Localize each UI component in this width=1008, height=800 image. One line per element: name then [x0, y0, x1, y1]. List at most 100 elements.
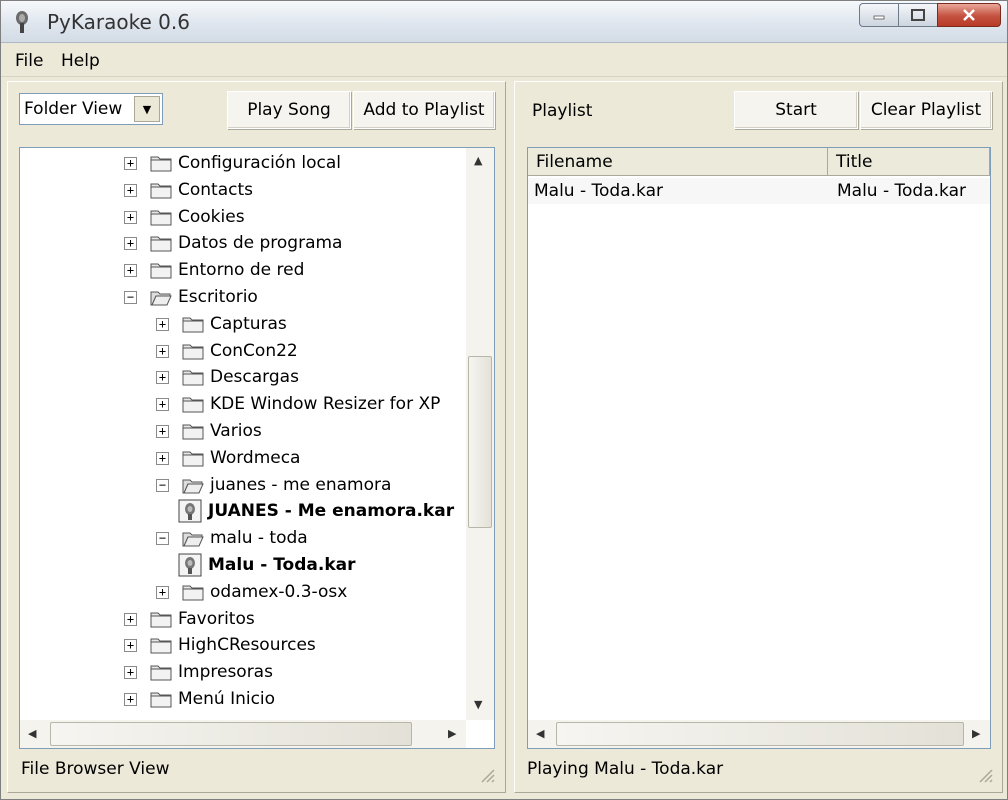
folder-icon — [182, 451, 204, 467]
menu-help[interactable]: Help — [61, 51, 100, 71]
scroll-left-icon[interactable]: ◀ — [28, 727, 36, 740]
tree-file-item[interactable]: Malu - Toda.kar — [20, 552, 466, 579]
tree-folder-item[interactable]: + Descargas — [20, 364, 466, 391]
expand-icon[interactable]: + — [124, 237, 137, 251]
expand-icon[interactable]: + — [124, 666, 137, 680]
tree-folder-item[interactable]: + KDE Window Resizer for XP — [20, 391, 466, 418]
tree-folder-item[interactable]: + Capturas — [20, 311, 466, 338]
folder-open-icon — [150, 291, 172, 306]
right-status-text: Playing Malu - Toda.kar — [527, 759, 724, 779]
start-button[interactable]: Start — [734, 91, 858, 129]
folder-icon — [150, 183, 172, 199]
expand-icon[interactable]: + — [156, 451, 169, 465]
expand-icon[interactable]: + — [156, 425, 169, 438]
tree-folder-item[interactable]: − malu - toda — [20, 525, 466, 552]
tree-file-item[interactable]: JUANES - Me enamora.kar — [20, 498, 466, 525]
play-song-button[interactable]: Play Song — [227, 91, 351, 129]
maximize-button[interactable] — [898, 3, 938, 27]
tree-item-label: HighCResources — [178, 635, 316, 656]
column-header-title[interactable]: Title — [828, 148, 990, 176]
tree-folder-item[interactable]: + HighCResources — [20, 632, 466, 659]
tree-folder-item[interactable]: + Contacts — [20, 177, 466, 204]
tree-vertical-scrollbar[interactable]: ▲ ▼ — [466, 148, 494, 720]
expand-icon[interactable]: + — [124, 639, 137, 653]
karaoke-file-icon — [178, 499, 202, 523]
expand-icon[interactable]: + — [156, 317, 169, 331]
scroll-right-icon[interactable]: ▶ — [448, 727, 456, 740]
collapse-icon[interactable]: − — [156, 532, 169, 546]
tree-item-label: malu - toda — [210, 528, 308, 549]
tree-folder-item[interactable]: + odamex-0.3-osx — [20, 579, 466, 606]
minimize-button[interactable] — [859, 3, 899, 27]
app-logo-icon — [16, 11, 28, 33]
close-icon — [963, 9, 975, 21]
expand-icon[interactable]: + — [156, 398, 169, 412]
tree-folder-item[interactable]: + ConCon22 — [20, 338, 466, 365]
tree-item-label: Varios — [210, 421, 262, 441]
menu-file[interactable]: File — [15, 51, 43, 71]
collapse-icon[interactable]: − — [124, 291, 137, 304]
folder-icon — [150, 156, 172, 172]
expand-icon[interactable]: + — [156, 371, 169, 385]
expand-icon[interactable]: + — [124, 612, 137, 626]
resize-grip-icon[interactable] — [479, 767, 495, 783]
folder-icon — [182, 585, 204, 601]
tree-folder-item[interactable]: + Favoritos — [20, 606, 466, 633]
scroll-right-icon[interactable]: ▶ — [972, 727, 980, 740]
close-button[interactable] — [937, 3, 1001, 27]
scroll-down-icon[interactable]: ▼ — [474, 698, 482, 711]
tree-folder-item[interactable]: + Varios — [20, 418, 466, 445]
folder-icon — [150, 638, 172, 654]
tree-horizontal-scrollbar[interactable]: ◀ ▶ — [20, 720, 466, 748]
title-bar[interactable]: PyKaraoke 0.6 — [1, 1, 1007, 43]
tree-folder-item[interactable]: + Configuración local — [20, 150, 466, 177]
expand-icon[interactable]: + — [124, 210, 137, 224]
folder-icon — [150, 612, 172, 628]
add-to-playlist-button[interactable]: Add to Playlist — [353, 91, 495, 129]
playlist-cell-filename: Malu - Toda.kar — [534, 181, 663, 201]
playlist-row[interactable]: Malu - Toda.kar Malu - Toda.kar — [528, 178, 990, 204]
tree-item-label: Impresoras — [178, 662, 273, 683]
scroll-left-icon[interactable]: ◀ — [536, 727, 544, 740]
folder-icon — [150, 665, 172, 681]
tree-folder-item[interactable]: + Cookies — [20, 204, 466, 231]
expand-icon[interactable]: + — [124, 183, 137, 197]
playlist-cell-title: Malu - Toda.kar — [837, 181, 966, 201]
tree-item-label: Entorno de red — [178, 260, 305, 281]
folder-icon — [182, 424, 204, 440]
playlist-horizontal-scrollbar[interactable]: ◀ ▶ — [528, 720, 990, 748]
expand-icon[interactable]: + — [124, 264, 137, 278]
folder-icon — [182, 344, 204, 360]
collapse-icon[interactable]: − — [156, 478, 169, 492]
tree-item-label: Favoritos — [178, 608, 255, 629]
tree-folder-item[interactable]: + Entorno de red — [20, 257, 466, 284]
tree-vscroll-thumb[interactable] — [468, 356, 492, 528]
tree-item-label: Escritorio — [178, 287, 258, 307]
clear-playlist-button[interactable]: Clear Playlist — [860, 91, 992, 129]
folder-tree[interactable]: + Configuración local + Contacts + Cookies + Da… — [19, 147, 495, 749]
resize-grip-icon[interactable] — [977, 767, 993, 783]
tree-folder-item[interactable]: + Wordmeca — [20, 445, 466, 472]
playlist-hscroll-thumb[interactable] — [556, 722, 964, 746]
tree-folder-item[interactable]: + Impresoras — [20, 659, 466, 686]
expand-icon[interactable]: + — [156, 344, 169, 358]
tree-folder-item[interactable]: + Datos de programa — [20, 230, 466, 257]
tree-item-label: Contacts — [178, 179, 253, 200]
folder-icon — [182, 370, 204, 386]
tree-folder-item[interactable]: + Menú Inicio — [20, 686, 466, 713]
expand-icon[interactable]: + — [156, 585, 169, 599]
tree-folder-item[interactable]: − juanes - me enamora — [20, 472, 466, 499]
expand-icon[interactable]: + — [124, 693, 137, 706]
playlist-table[interactable]: Filename Title Malu - Toda.kar Malu - Tod… — [527, 147, 991, 749]
view-select[interactable]: Folder View ▼ — [19, 93, 163, 125]
expand-icon[interactable]: + — [124, 157, 137, 170]
tree-folder-item[interactable]: − Escritorio — [20, 284, 466, 311]
folder-icon — [150, 263, 172, 279]
tree-item-label: ConCon22 — [210, 340, 298, 361]
column-header-filename[interactable]: Filename — [528, 148, 828, 176]
tree-hscroll-thumb[interactable] — [50, 722, 412, 746]
folder-open-icon — [182, 532, 204, 547]
chevron-down-icon[interactable]: ▼ — [134, 96, 160, 122]
tree-item-label: odamex-0.3-osx — [210, 581, 348, 602]
scroll-up-icon[interactable]: ▲ — [474, 154, 482, 167]
